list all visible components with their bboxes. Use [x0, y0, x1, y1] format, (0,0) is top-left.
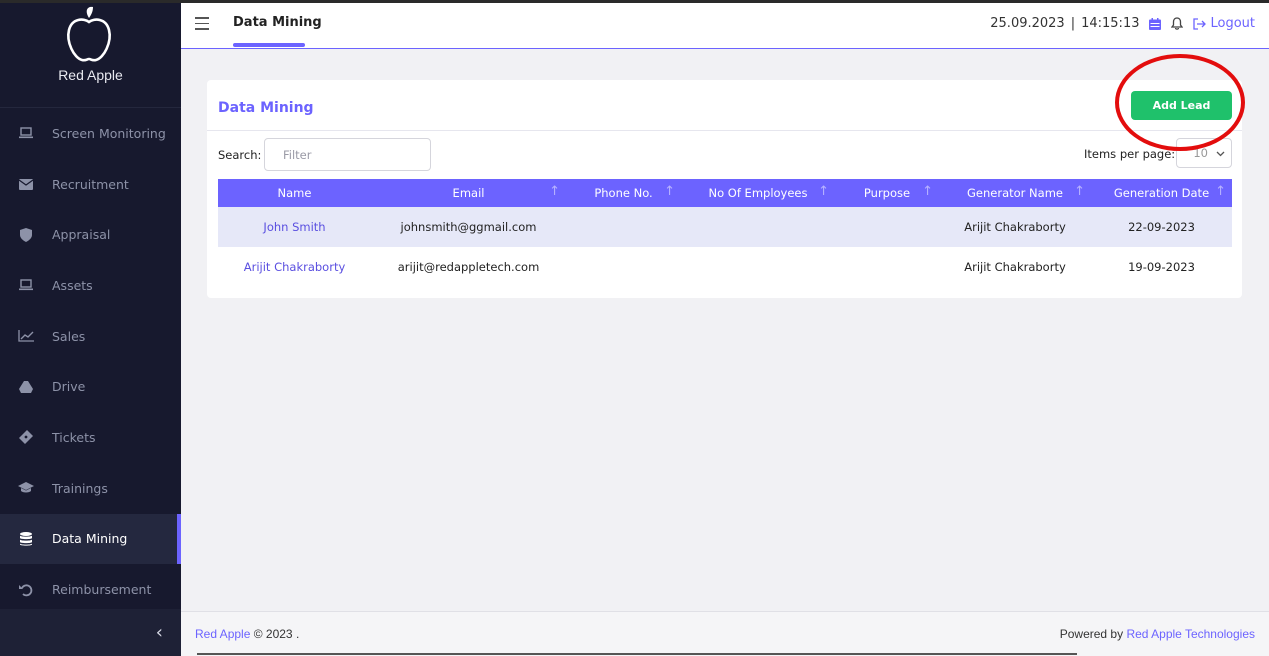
- card-divider: [207, 130, 1242, 131]
- logout-link[interactable]: Logout: [1210, 16, 1255, 31]
- cell-name[interactable]: John Smith: [218, 207, 371, 247]
- window-scrollbar[interactable]: [197, 653, 1077, 655]
- sidebar-item-label: Assets: [52, 277, 93, 293]
- sidebar-item-label: Reimbursement: [52, 582, 152, 598]
- sort-arrow-icon[interactable]: ↑: [664, 184, 675, 199]
- cell-phone: [566, 247, 681, 287]
- chart-line-icon: [18, 328, 34, 344]
- bell-icon[interactable]: [1171, 17, 1184, 30]
- sidebar-item-screen-monitoring[interactable]: Screen Monitoring: [0, 108, 181, 159]
- cell-purpose: [835, 247, 939, 287]
- logout-icon[interactable]: [1193, 17, 1207, 30]
- cell-employees: [681, 207, 835, 247]
- laptop-icon: [18, 277, 34, 293]
- sidebar-item-label: Appraisal: [52, 227, 111, 243]
- sidebar-item-drive[interactable]: Drive: [0, 361, 181, 412]
- sidebar-item-trainings[interactable]: Trainings: [0, 463, 181, 514]
- sidebar-nav: Screen Monitoring Recruitment Appraisal …: [0, 108, 181, 615]
- column-header-email[interactable]: Email ↑: [371, 179, 566, 207]
- sort-arrow-icon[interactable]: ↑: [1074, 184, 1085, 199]
- sort-arrow-icon[interactable]: ↑: [549, 184, 560, 199]
- chevron-down-icon: [1216, 146, 1225, 160]
- data-mining-card: Data Mining Add Lead Search: Items per p…: [207, 80, 1242, 298]
- sidebar-item-assets[interactable]: Assets: [0, 260, 181, 311]
- undo-icon: [18, 582, 34, 598]
- header-time: 14:15:13: [1081, 16, 1140, 31]
- card-title: Data Mining: [218, 100, 314, 116]
- header-right: 25.09.2023 | 14:15:13 Logout: [990, 16, 1255, 31]
- search-input[interactable]: [264, 138, 431, 171]
- graduation-cap-icon: [18, 480, 34, 496]
- logo-area: Red Apple: [0, 3, 181, 108]
- column-header-employees[interactable]: No Of Employees ↑: [681, 179, 835, 207]
- top-header: Data Mining 25.09.2023 | 14:15:13 Logout: [181, 3, 1269, 49]
- leads-table: Name Email ↑ Phone No. ↑ No Of Employees ↑ …: [218, 179, 1232, 287]
- column-header-name[interactable]: Name: [218, 179, 371, 207]
- sort-arrow-icon[interactable]: ↑: [818, 184, 829, 199]
- cell-email: johnsmith@ggmail.com: [400, 220, 537, 234]
- sort-arrow-icon[interactable]: ↑: [922, 184, 933, 199]
- sidebar-item-sales[interactable]: Sales: [0, 311, 181, 362]
- cell-date: 22-09-2023: [1128, 220, 1195, 234]
- cell-purpose: [835, 207, 939, 247]
- header-separator: |: [1070, 16, 1076, 31]
- footer: Red Apple © 2023 . Powered by Red Apple …: [181, 611, 1269, 656]
- column-header-date[interactable]: Generation Date ↑: [1091, 179, 1232, 207]
- brand-name: Red Apple: [58, 67, 123, 83]
- sidebar-item-label: Drive: [52, 379, 86, 395]
- envelope-icon: [18, 176, 34, 192]
- sidebar-item-appraisal[interactable]: Appraisal: [0, 209, 181, 260]
- footer-brand[interactable]: Red Apple: [195, 627, 250, 641]
- sidebar-item-label: Data Mining: [52, 531, 128, 547]
- footer-copyright: Red Apple © 2023 .: [195, 627, 299, 641]
- ticket-icon: [18, 429, 34, 445]
- shield-icon: [18, 227, 34, 243]
- apple-logo-icon: [67, 6, 111, 62]
- table-header: Name Email ↑ Phone No. ↑ No Of Employees ↑ …: [218, 179, 1232, 207]
- powered-by-text: Powered by: [1059, 627, 1124, 641]
- cell-name[interactable]: Arijit Chakraborty: [218, 247, 371, 287]
- column-header-phone[interactable]: Phone No. ↑: [566, 179, 681, 207]
- sidebar-item-tickets[interactable]: Tickets: [0, 412, 181, 463]
- sidebar-footer: ‹: [0, 609, 181, 656]
- column-header-purpose[interactable]: Purpose ↑: [835, 179, 939, 207]
- sidebar-item-label: Sales: [52, 328, 86, 344]
- hamburger-menu-icon[interactable]: [195, 17, 209, 30]
- sidebar-item-reimbursement[interactable]: Reimbursement: [0, 564, 181, 615]
- sidebar-item-data-mining[interactable]: Data Mining: [0, 513, 181, 565]
- sidebar-item-label: Screen Monitoring: [52, 125, 166, 141]
- cell-phone: [566, 207, 681, 247]
- table-row[interactable]: Arijit Chakraborty arijit@redappletech.c…: [218, 247, 1232, 287]
- laptop-icon: [18, 125, 34, 141]
- page-title: Data Mining: [233, 15, 322, 30]
- cell-employees: [681, 247, 835, 287]
- cell-date: 19-09-2023: [1128, 260, 1195, 274]
- cell-generator: Arijit Chakraborty: [964, 260, 1066, 274]
- footer-copyright-text: © 2023 .: [253, 627, 300, 641]
- annotation-circle: [1115, 54, 1245, 151]
- chevron-left-icon[interactable]: ‹: [156, 622, 163, 643]
- cell-generator: Arijit Chakraborty: [964, 220, 1066, 234]
- active-tab-indicator: [233, 43, 305, 47]
- sidebar: Red Apple Screen Monitoring Recruitment …: [0, 3, 181, 656]
- sidebar-item-label: Tickets: [52, 429, 96, 445]
- cell-email: arijit@redappletech.com: [397, 260, 540, 274]
- search-label: Search:: [218, 148, 262, 162]
- header-date: 25.09.2023: [990, 16, 1065, 31]
- sidebar-item-recruitment[interactable]: Recruitment: [0, 159, 181, 210]
- drive-icon: [18, 379, 34, 395]
- footer-powered-by: Powered by Red Apple Technologies: [1060, 627, 1255, 641]
- column-header-generator[interactable]: Generator Name ↑: [939, 179, 1091, 207]
- sidebar-item-label: Trainings: [52, 480, 108, 496]
- database-icon: [18, 531, 34, 547]
- footer-company-link[interactable]: Red Apple Technologies: [1126, 627, 1255, 641]
- table-row[interactable]: John Smith johnsmith@ggmail.com Arijit C…: [218, 207, 1232, 247]
- sort-arrow-icon[interactable]: ↑: [1215, 184, 1226, 199]
- calendar-icon[interactable]: [1149, 17, 1162, 30]
- sidebar-item-label: Recruitment: [52, 176, 129, 192]
